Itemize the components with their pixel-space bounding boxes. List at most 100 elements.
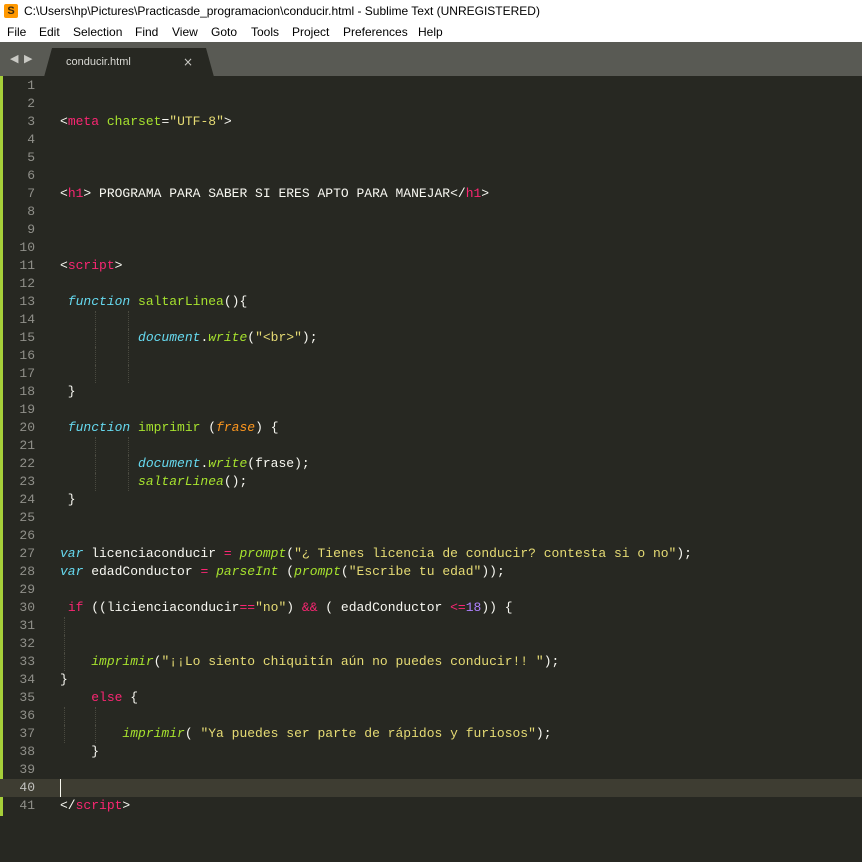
code-text: } <box>60 671 68 689</box>
code-line[interactable]: 31 <box>0 617 862 635</box>
tab-forward-arrow-icon[interactable]: ▶ <box>24 52 32 65</box>
line-number: 13 <box>19 294 35 309</box>
code-line[interactable]: 32 <box>0 635 862 653</box>
code-text: } <box>60 383 76 401</box>
line-number: 10 <box>19 240 35 255</box>
code-token: > PROGRAMA PARA SABER SI ERES APTO PARA … <box>83 186 466 201</box>
line-number: 14 <box>19 312 35 327</box>
code-line[interactable]: 13 function saltarLinea(){ <box>0 293 862 311</box>
line-number: 9 <box>27 222 35 237</box>
code-token: ); <box>676 546 692 561</box>
tab-conducir-html[interactable]: conducir.html × <box>44 48 214 77</box>
code-token: var <box>60 546 84 561</box>
code-token: prompt <box>239 546 287 561</box>
code-token: "¡¡Lo siento chiquitín aún no puedes con… <box>161 654 544 669</box>
code-line[interactable]: 22 document.write(frase); <box>0 455 862 473</box>
tab-close-icon[interactable]: × <box>183 55 193 69</box>
menu-find[interactable]: Find <box>135 25 158 39</box>
code-token: ) <box>286 600 302 615</box>
code-line[interactable]: 29 <box>0 581 862 599</box>
code-line[interactable]: 1 <box>0 77 862 95</box>
code-token: ); <box>543 654 560 669</box>
code-line[interactable]: 3 <meta charset="UTF-8"> <box>0 113 862 131</box>
code-text: document.write("<br>"); <box>60 329 318 347</box>
code-token: imprimir <box>138 420 201 435</box>
line-number: 29 <box>19 582 35 597</box>
code-line[interactable]: 11 <script> <box>0 257 862 275</box>
menu-tools[interactable]: Tools <box>251 25 279 39</box>
code-line[interactable]: 41 </script> <box>0 797 862 815</box>
code-line[interactable]: 4 <box>0 131 862 149</box>
code-line[interactable]: 30 if ((licienciaconducir=="no") && ( ed… <box>0 599 862 617</box>
line-number: 39 <box>19 762 35 777</box>
code-text: else { <box>60 689 138 707</box>
code-line[interactable]: 12 <box>0 275 862 293</box>
menu-view[interactable]: View <box>172 25 198 39</box>
code-line[interactable]: 28 var edadConductor = parseInt (prompt("… <box>0 563 862 581</box>
code-line[interactable]: 15 document.write("<br>"); <box>0 329 862 347</box>
menu-help[interactable]: Help <box>418 25 443 39</box>
menu-goto[interactable]: Goto <box>211 25 237 39</box>
code-line[interactable]: 8 <box>0 203 862 221</box>
code-line[interactable]: 37 imprimir( "Ya puedes ser parte de ráp… <box>0 725 862 743</box>
line-number: 4 <box>27 132 35 147</box>
code-line[interactable]: 20 function imprimir (frase) { <box>0 419 862 437</box>
tab-back-arrow-icon[interactable]: ◀ <box>10 52 18 65</box>
code-token: "UTF-8" <box>169 114 224 129</box>
code-line[interactable]: 34} <box>0 671 862 689</box>
code-line[interactable]: 2 <box>0 95 862 113</box>
code-token: "Ya puedes ser parte de rápidos y furios… <box>200 726 536 741</box>
code-token: ( <box>278 564 295 579</box>
line-number: 15 <box>19 330 35 345</box>
code-line[interactable]: 40 <box>0 779 862 797</box>
code-line[interactable]: 39 <box>0 761 862 779</box>
code-token: write <box>208 330 248 345</box>
code-text: } <box>60 743 99 761</box>
code-line[interactable]: 27 var licenciaconducir = prompt("¿ Tiene… <box>0 545 862 563</box>
code-line[interactable]: 10 <box>0 239 862 257</box>
code-line[interactable]: 18 } <box>0 383 862 401</box>
code-line[interactable]: 24 } <box>0 491 862 509</box>
code-line[interactable]: 6 <box>0 167 862 185</box>
code-line[interactable]: 36 <box>0 707 862 725</box>
code-line[interactable]: 33 imprimir("¡¡Lo siento chiquitín aún n… <box>0 653 862 671</box>
code-line[interactable]: 23 saltarLinea(); <box>0 473 862 491</box>
code-line[interactable]: 16 <box>0 347 862 365</box>
code-token: } <box>60 492 76 507</box>
menu-edit[interactable]: Edit <box>39 25 60 39</box>
code-text: var licenciaconducir = prompt("¿ Tienes … <box>60 545 692 563</box>
code-token: (); <box>223 474 248 489</box>
code-line[interactable]: 14 <box>0 311 862 329</box>
code-token: ); <box>301 330 318 345</box>
indent-guide <box>95 707 96 725</box>
menu-selection[interactable]: Selection <box>73 25 122 39</box>
code-line[interactable]: 17 <box>0 365 862 383</box>
line-number: 7 <box>27 186 35 201</box>
code-line[interactable]: 19 <box>0 401 862 419</box>
code-line[interactable]: 25 <box>0 509 862 527</box>
code-editor[interactable]: 1 2 3 <meta charset="UTF-8"> 4 5 6 7 <h1> PROGRA… <box>0 76 862 862</box>
line-number: 32 <box>19 636 35 651</box>
code-token: saltarLinea <box>138 474 224 489</box>
code-token: = <box>223 546 232 561</box>
code-line[interactable]: 7 <h1> PROGRAMA PARA SABER SI ERES APTO P… <box>0 185 862 203</box>
indent-guide <box>64 617 65 635</box>
code-line[interactable]: 26 <box>0 527 862 545</box>
code-line[interactable]: 35 else { <box>0 689 862 707</box>
code-token: ( <box>200 420 217 435</box>
menu-project[interactable]: Project <box>292 25 329 39</box>
code-line[interactable]: 38 } <box>0 743 862 761</box>
menu-file[interactable]: File <box>7 25 26 39</box>
menu-preferences[interactable]: Preferences <box>343 25 408 39</box>
code-line[interactable]: 21 <box>0 437 862 455</box>
code-token: < <box>60 258 68 273</box>
code-token: parseInt <box>216 564 279 579</box>
code-line[interactable]: 9 <box>0 221 862 239</box>
code-line[interactable]: 5 <box>0 149 862 167</box>
